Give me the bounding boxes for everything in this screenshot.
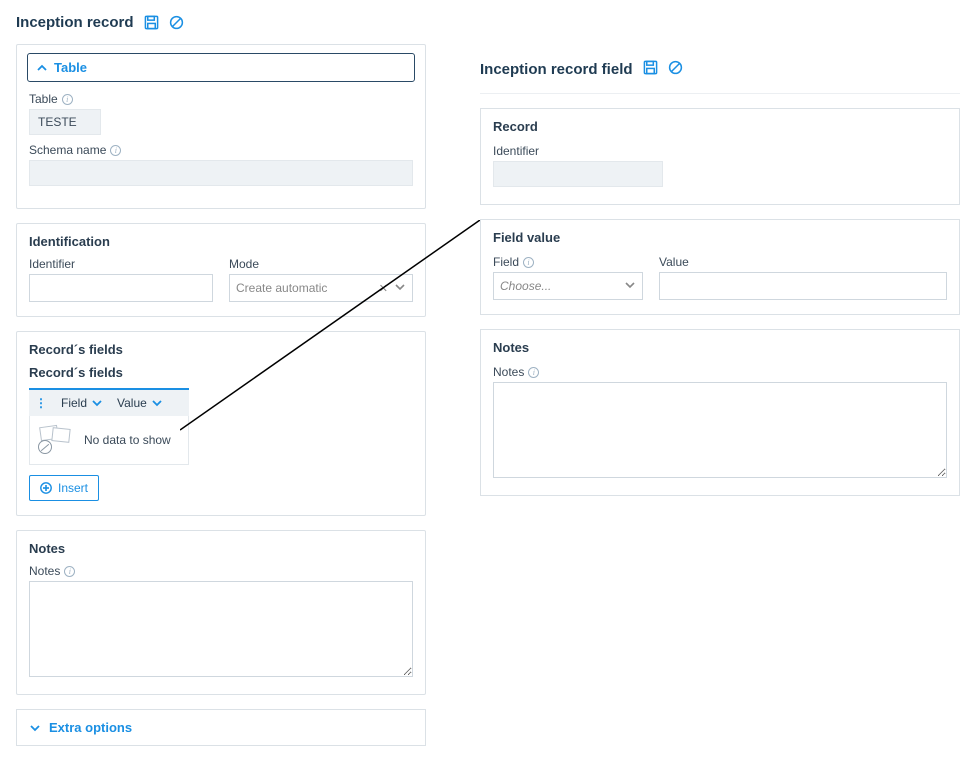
mode-select[interactable]: Create automatic ✕ [229, 274, 413, 302]
no-data-text: No data to show [84, 433, 171, 447]
cancel-icon[interactable] [169, 15, 184, 30]
notes-header: Notes [29, 541, 413, 556]
identifier-label: Identifier [29, 257, 213, 271]
clear-icon[interactable]: ✕ [379, 282, 388, 295]
no-data-row: No data to show [29, 416, 189, 465]
chevron-down-icon [91, 397, 103, 409]
schema-value [29, 160, 413, 186]
grid-header: ⋮ Field Value [29, 388, 189, 416]
right-page-title-bar: Inception record field [480, 60, 960, 89]
grid-col-value[interactable]: Value [117, 396, 163, 410]
right-identifier-label: Identifier [493, 144, 947, 158]
identification-header: Identification [29, 234, 413, 249]
table-value: TESTE [29, 109, 101, 135]
notes-card: Notes Notes i [16, 530, 426, 695]
right-field-value-header: Field value [493, 230, 947, 245]
info-icon[interactable]: i [64, 566, 75, 577]
grid-menu-icon[interactable]: ⋮ [35, 396, 47, 410]
value-input[interactable] [659, 272, 947, 300]
info-icon[interactable]: i [528, 367, 539, 378]
save-icon[interactable] [643, 60, 658, 79]
right-identifier-value [493, 161, 663, 187]
right-record-header: Record [493, 119, 947, 134]
insert-button[interactable]: Insert [29, 475, 99, 501]
field-select-placeholder: Choose... [500, 279, 624, 293]
info-icon[interactable]: i [110, 145, 121, 156]
right-notes-textarea[interactable] [493, 382, 947, 478]
records-fields-subheader: Record´s fields [29, 365, 413, 380]
notes-label: Notes i [29, 564, 413, 578]
save-icon[interactable] [144, 15, 159, 30]
chevron-down-icon [151, 397, 163, 409]
schema-label: Schema name i [29, 143, 413, 157]
separator [480, 93, 960, 94]
mode-label: Mode [229, 257, 413, 271]
identifier-input[interactable] [29, 274, 213, 302]
right-field-label: Field i [493, 255, 643, 269]
chevron-down-icon [29, 722, 41, 734]
identification-card: Identification Identifier Mode Create au… [16, 223, 426, 317]
no-data-icon [38, 426, 74, 454]
extra-options-expander[interactable]: Extra options [16, 709, 426, 746]
records-fields-header: Record´s fields [29, 342, 413, 357]
table-label: Table i [29, 92, 413, 106]
plus-circle-icon [40, 482, 52, 494]
table-card: Table Table i TESTE Schema name i [16, 44, 426, 209]
right-field-value-card: Field value Field i Choose... Value [480, 219, 960, 315]
right-value-label: Value [659, 255, 947, 269]
grid-col-field[interactable]: Field [61, 396, 103, 410]
right-record-card: Record Identifier [480, 108, 960, 205]
chevron-up-icon [36, 62, 48, 74]
chevron-down-icon[interactable] [624, 279, 636, 294]
field-select[interactable]: Choose... [493, 272, 643, 300]
right-notes-card: Notes Notes i [480, 329, 960, 496]
right-page-title-text: Inception record field [480, 61, 633, 78]
info-icon[interactable]: i [62, 94, 73, 105]
right-notes-header: Notes [493, 340, 947, 355]
records-fields-card: Record´s fields Record´s fields ⋮ Field … [16, 331, 426, 516]
notes-textarea[interactable] [29, 581, 413, 677]
cancel-icon[interactable] [668, 60, 683, 79]
page-title-text: Inception record [16, 14, 134, 31]
mode-select-value: Create automatic [236, 281, 379, 295]
table-section-header: Table [54, 60, 87, 75]
right-notes-label: Notes i [493, 365, 947, 379]
page-title-bar: Inception record [0, 0, 976, 41]
table-collapse-button[interactable]: Table [27, 53, 415, 82]
chevron-down-icon[interactable] [394, 281, 406, 296]
info-icon[interactable]: i [523, 257, 534, 268]
